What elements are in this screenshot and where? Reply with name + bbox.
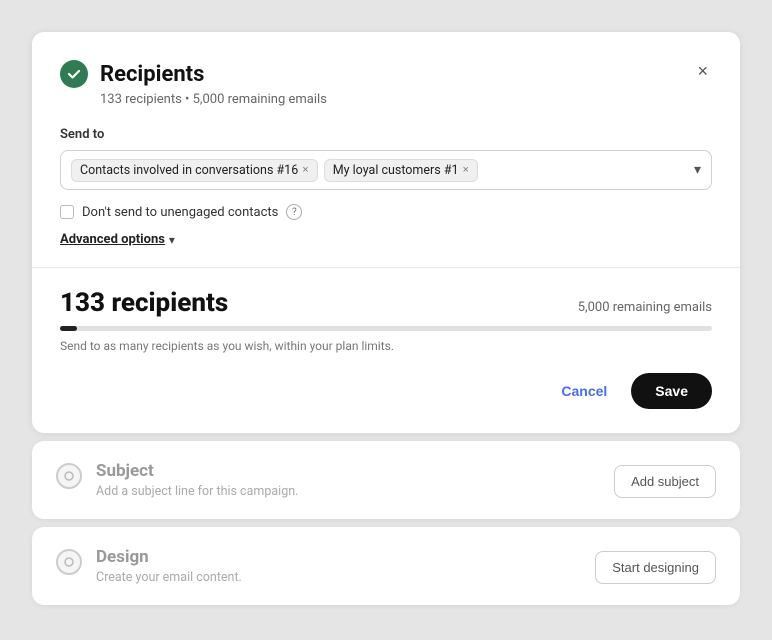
unengaged-checkbox[interactable] bbox=[60, 205, 74, 219]
design-card-description: Create your email content. bbox=[96, 570, 242, 585]
recipients-count: 133 recipients bbox=[60, 288, 228, 318]
card-subtitle: 133 recipients • 5,000 remaining emails bbox=[100, 92, 712, 107]
subject-card-description: Add a subject line for this campaign. bbox=[96, 484, 298, 499]
advanced-options-chevron-icon: ▾ bbox=[169, 233, 175, 247]
tag-conversations-close[interactable]: × bbox=[302, 165, 308, 176]
close-button[interactable]: × bbox=[693, 58, 712, 84]
remaining-emails: 5,000 remaining emails bbox=[578, 300, 712, 315]
subject-card-left: Subject Add a subject line for this camp… bbox=[56, 461, 298, 499]
design-card-title: Design bbox=[96, 547, 242, 567]
header-left: Recipients bbox=[60, 60, 204, 88]
tag-loyal-customers-close[interactable]: × bbox=[463, 165, 469, 176]
unengaged-checkbox-row: Don't send to unengaged contacts ? bbox=[60, 204, 712, 220]
design-circle-icon bbox=[56, 549, 82, 575]
check-icon bbox=[60, 60, 88, 88]
progress-bar-container bbox=[60, 326, 712, 331]
page-container: Recipients × 133 recipients • 5,000 rema… bbox=[16, 16, 756, 624]
design-card: Design Create your email content. Start … bbox=[32, 527, 740, 605]
card-header: Recipients × bbox=[60, 60, 712, 88]
progress-hint: Send to as many recipients as you wish, … bbox=[60, 339, 712, 353]
dropdown-arrow-icon: ▾ bbox=[694, 162, 701, 178]
add-subject-button[interactable]: Add subject bbox=[614, 465, 716, 498]
send-to-dropdown[interactable]: Contacts involved in conversations #16 ×… bbox=[60, 150, 712, 190]
recipients-card: Recipients × 133 recipients • 5,000 rema… bbox=[32, 32, 740, 433]
save-button[interactable]: Save bbox=[631, 373, 712, 409]
subject-card: Subject Add a subject line for this camp… bbox=[32, 441, 740, 519]
divider bbox=[32, 267, 740, 268]
tag-loyal-customers-text: My loyal customers #1 bbox=[333, 163, 459, 178]
progress-bar-fill bbox=[60, 326, 77, 331]
subject-card-content: Subject Add a subject line for this camp… bbox=[96, 461, 298, 499]
recipients-summary-row: 133 recipients 5,000 remaining emails bbox=[60, 288, 712, 318]
design-card-content: Design Create your email content. bbox=[96, 547, 242, 585]
unengaged-label: Don't send to unengaged contacts bbox=[82, 205, 278, 220]
tag-conversations[interactable]: Contacts involved in conversations #16 × bbox=[71, 159, 318, 182]
action-row: Cancel Save bbox=[60, 373, 712, 409]
card-title: Recipients bbox=[100, 62, 204, 87]
subject-card-title: Subject bbox=[96, 461, 298, 481]
start-designing-button[interactable]: Start designing bbox=[595, 551, 716, 584]
tag-loyal-customers[interactable]: My loyal customers #1 × bbox=[324, 159, 478, 182]
help-icon[interactable]: ? bbox=[286, 204, 302, 220]
cancel-button[interactable]: Cancel bbox=[549, 375, 619, 407]
advanced-options-label: Advanced options bbox=[60, 232, 165, 247]
advanced-options-toggle[interactable]: Advanced options ▾ bbox=[60, 232, 712, 247]
send-to-label: Send to bbox=[60, 127, 712, 142]
tag-conversations-text: Contacts involved in conversations #16 bbox=[80, 163, 298, 178]
subject-circle-icon bbox=[56, 463, 82, 489]
design-card-left: Design Create your email content. bbox=[56, 547, 242, 585]
